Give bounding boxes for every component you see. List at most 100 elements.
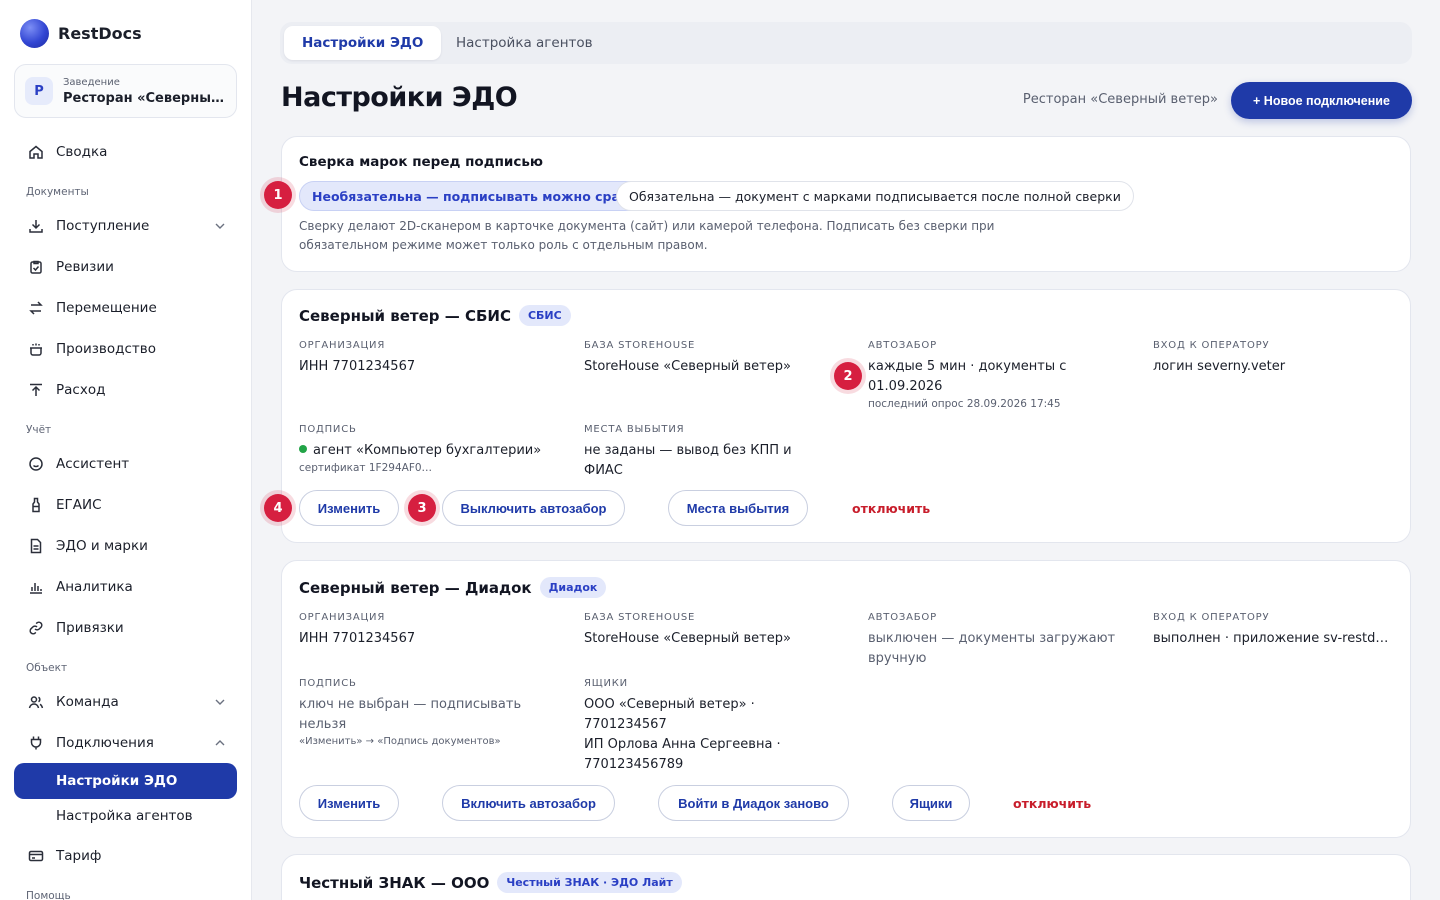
nav-agent-settings[interactable]: Настройка агентов [14,798,237,834]
verify-card: Сверка марок перед подписью Необязательн… [281,136,1411,272]
plug-icon [27,734,45,752]
step-badge-3: 3 [408,494,436,522]
sbis-org: Организация ИНН 7701234567 [299,340,549,377]
field-note: сертификат 1F294AF0… [299,462,433,474]
upload-icon [27,381,45,399]
venue-name: Ресторан «Северный ветер» [63,90,228,106]
nav-bindings[interactable]: Привязки [14,610,237,646]
nav-label: Привязки [56,620,124,636]
clipboard-icon [27,258,45,276]
arrows-swap-icon [27,299,45,317]
nav-label: Ревизии [56,259,114,275]
document-icon [27,537,45,555]
nav-edo-marks[interactable]: ЭДО и марки [14,528,237,564]
field-value: StoreHouse «Северный ветер» [584,631,791,646]
diadoc-disconnect-link[interactable]: отключить [1013,796,1091,811]
verify-option-required[interactable]: Обязательна — документ с марками подписы… [616,181,1134,211]
nav-label: ЕГАИС [56,497,102,513]
diadoc-card: Северный ветер — Диадок Диадок Организац… [281,560,1411,838]
nav-tariff[interactable]: Тариф [14,838,237,874]
field-value: агент «Компьютер бухгалтерии» [299,441,559,461]
nav-egais[interactable]: ЕГАИС [14,487,237,523]
nav-label: Настройки ЭДО [56,773,178,789]
nav-incoming[interactable]: Поступление [14,208,237,244]
diadoc-org: Организация ИНН 7701234567 [299,612,549,649]
diadoc-edit-button[interactable]: Изменить [299,785,399,821]
diadoc-autofetch-on-button[interactable]: Включить автозабор [442,785,615,821]
sbis-tag: СБИС [518,305,571,326]
tab-edo-settings[interactable]: Настройки ЭДО [284,26,442,60]
field-label: База StoreHouse [584,340,696,351]
nav-label: Перемещение [56,300,157,316]
download-icon [27,217,45,235]
nav-label: Расход [56,382,106,398]
diadoc-sign: Подпись ключ не выбран — подписывать нел… [299,678,539,747]
nav-label: Настройка агентов [56,808,193,824]
diadoc-title: Северный ветер — Диадок Диадок [299,577,607,598]
status-dot [299,445,307,453]
sbis-edit-button[interactable]: Изменить [299,490,399,526]
bar-chart-icon [27,578,45,596]
link-icon [27,619,45,637]
sbis-autofetch-off-button[interactable]: Выключить автозабор [442,490,625,526]
diadoc-title-text: Северный ветер — Диадок [299,578,532,597]
nav-label: Сводка [56,144,108,160]
users-icon [27,693,45,711]
nav-connections[interactable]: Подключения [14,725,237,761]
sbis-base: База StoreHouse StoreHouse «Северный вет… [584,340,834,377]
field-label: Вход к оператору [1153,340,1270,351]
sbis-sign: Подпись агент «Компьютер бухгалтерии» се… [299,424,559,474]
nav-production[interactable]: Производство [14,331,237,367]
brand-name: RestDocs [58,24,142,43]
sbis-disconnect-link[interactable]: отключить [852,501,930,516]
field-value: выключен — документы загружают вручную [868,631,1116,666]
diadoc-relogin-button[interactable]: Войти в Диадок заново [658,785,849,821]
field-value: каждые 5 мин · документы с 01.09.2026 [868,359,1067,394]
diadoc-auto: Автозабор выключен — документы загружают… [868,612,1128,669]
nav-assistant[interactable]: Ассистент [14,446,237,482]
venue-switcher[interactable]: Р Заведение Ресторан «Северный ветер» [14,64,237,118]
honest-title: Честный ЗНАК — ООО Честный ЗНАК · ЭДО Ла… [299,872,682,893]
nav-label: Команда [56,694,119,710]
new-connection-button[interactable]: + Новое подключение [1231,82,1412,119]
page-context: Ресторан «Северный ветер» [1022,92,1218,107]
sbis-places-button[interactable]: Места выбытия [668,490,808,526]
field-value: логин severny.veter [1153,359,1286,374]
field-label: Вход к оператору [1153,612,1270,623]
nav-label: ЭДО и марки [56,538,148,554]
sbis-card: Северный ветер — СБИС СБИС Организация И… [281,289,1411,543]
field-value: выполнен · приложение sv-restdocs [1153,631,1393,646]
verify-option-optional[interactable]: Необязательна — подписывать можно сразу [299,181,649,211]
sidebar: RestDocs Р Заведение Ресторан «Северный … [0,0,252,900]
venue-label: Заведение [63,76,120,88]
nav-summary[interactable]: Сводка [14,134,237,170]
field-label: Организация [299,340,386,351]
nav-expense[interactable]: Расход [14,372,237,408]
nav-section-object: Объект [26,662,68,674]
nav-section-accounting: Учёт [26,424,52,436]
nav-transfer[interactable]: Перемещение [14,290,237,326]
diadoc-login: Вход к оператору выполнен · приложение s… [1153,612,1393,649]
tab-agent-settings[interactable]: Настройка агентов [438,26,611,60]
field-label: Места выбытия [584,424,685,435]
nav-analytics[interactable]: Аналитика [14,569,237,605]
nav-team[interactable]: Команда [14,684,237,720]
brand[interactable]: RestDocs [20,19,142,48]
diadoc-boxes-button[interactable]: Ящики [892,785,970,821]
honest-tag: Честный ЗНАК · ЭДО Лайт [497,872,682,893]
verify-help-text: Сверку делают 2D-сканером в карточке док… [299,219,995,252]
box-item: ИП Орлова Анна Сергеевна · 770123456789 [584,737,781,772]
step-badge-2: 2 [834,362,862,390]
nav-section-help: Помощь [26,890,71,900]
nav-revisions[interactable]: Ревизии [14,249,237,285]
nav-label: Подключения [56,735,154,751]
pot-icon [27,340,45,358]
verify-title: Сверка марок перед подписью [299,154,544,170]
page-tabs: Настройки ЭДО Настройка агентов [280,22,1412,64]
sign-value: агент «Компьютер бухгалтерии» [313,443,542,458]
field-note: «Изменить» → «Подпись документов» [299,736,501,747]
field-label: Организация [299,612,386,623]
card-icon [27,847,45,865]
nav-edo-settings[interactable]: Настройки ЭДО [14,763,237,799]
page-title: Настройки ЭДО [281,82,518,113]
